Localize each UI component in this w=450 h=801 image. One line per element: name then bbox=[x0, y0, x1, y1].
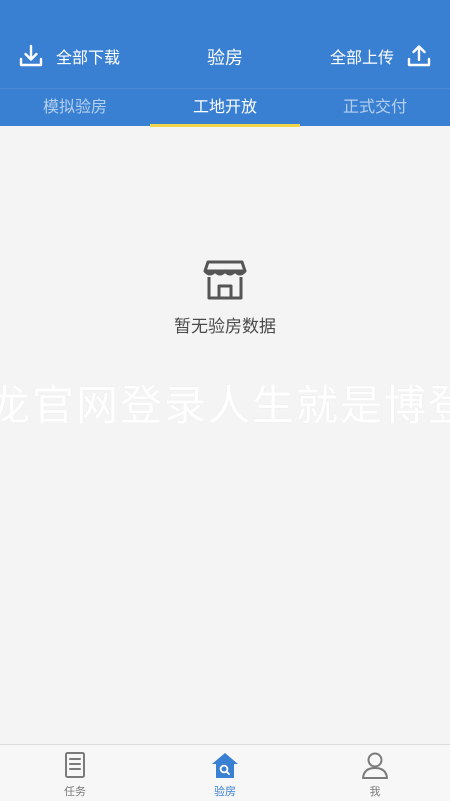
nav-label-tasks: 任务 bbox=[64, 785, 86, 798]
tab-site-open[interactable]: 工地开放 bbox=[150, 89, 300, 127]
watermark-text: 龙官网登录人生就是博登 bbox=[0, 381, 450, 430]
document-icon bbox=[63, 751, 87, 779]
upload-all-label: 全部上传 bbox=[329, 48, 394, 67]
header: 全部下载 验房 全部上传 模拟验房 工地开放 正式交付 bbox=[0, 0, 450, 127]
shop-icon bbox=[0, 258, 450, 302]
house-search-icon bbox=[210, 751, 240, 779]
nav-item-tasks[interactable]: 任务 bbox=[0, 745, 150, 801]
user-icon bbox=[360, 751, 390, 779]
empty-state-text: 暂无验房数据 bbox=[174, 317, 276, 337]
empty-state: 暂无验房数据 bbox=[0, 258, 450, 337]
top-bar: 全部下载 验房 全部上传 bbox=[0, 0, 450, 88]
tab-mock-inspection[interactable]: 模拟验房 bbox=[0, 89, 150, 127]
nav-item-inspection[interactable]: 验房 bbox=[150, 745, 300, 801]
nav-label-me: 我 bbox=[369, 785, 381, 798]
tab-formal-delivery[interactable]: 正式交付 bbox=[300, 89, 450, 127]
upload-all-button[interactable]: 全部上传 bbox=[330, 40, 432, 72]
tab-bar: 模拟验房 工地开放 正式交付 bbox=[0, 88, 450, 127]
bottom-nav: 任务 验房 我 bbox=[0, 744, 450, 801]
upload-icon bbox=[406, 43, 432, 69]
nav-label-inspection: 验房 bbox=[214, 785, 236, 798]
nav-item-me[interactable]: 我 bbox=[300, 745, 450, 801]
